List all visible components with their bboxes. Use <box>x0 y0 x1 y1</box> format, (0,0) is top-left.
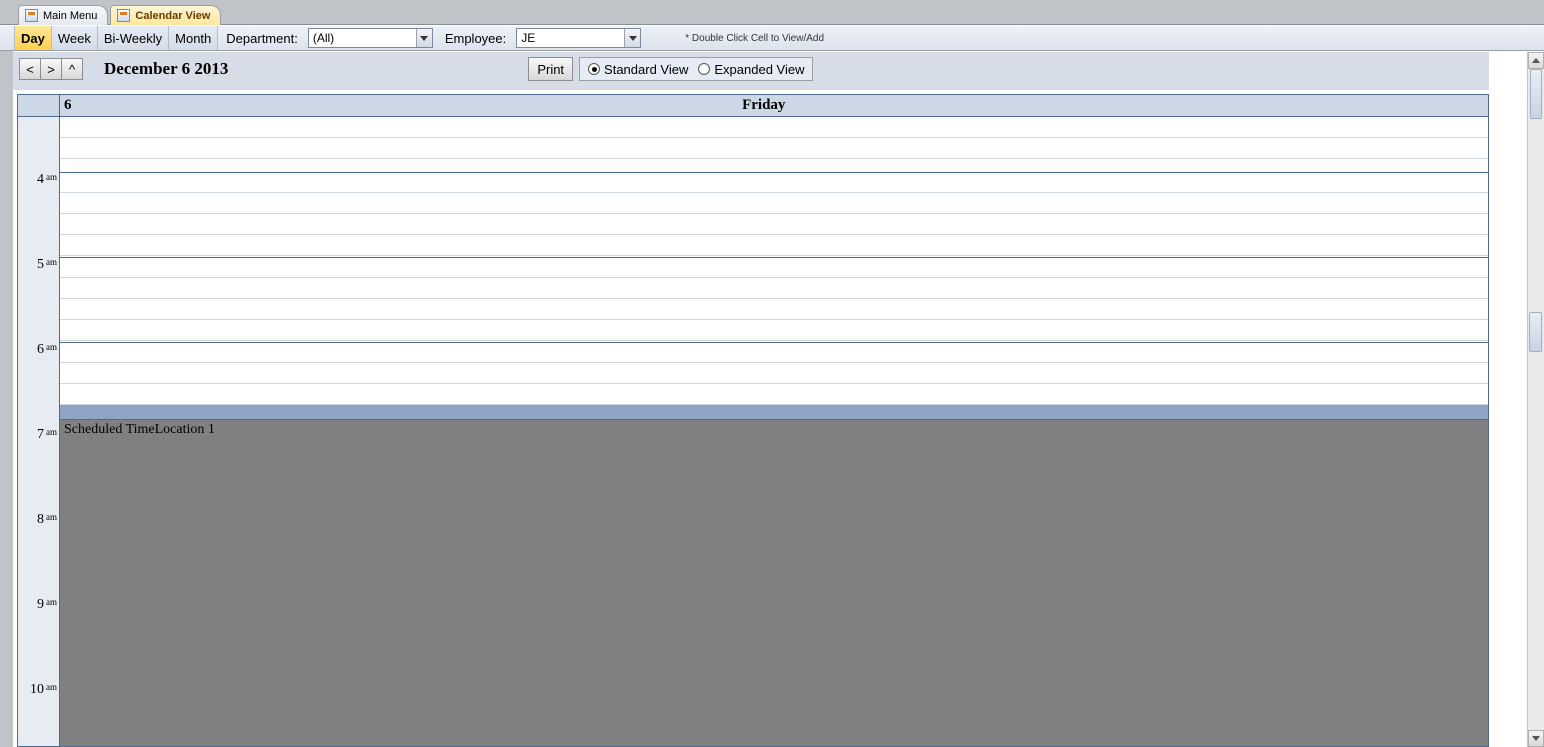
chevron-down-icon <box>416 29 432 47</box>
employee-combo[interactable]: JE <box>516 28 641 48</box>
day-number: 6 <box>60 97 80 114</box>
tab-calendar-view[interactable]: Calendar View <box>110 5 221 25</box>
view-day-button[interactable]: Day <box>14 26 52 50</box>
scroll-down-icon[interactable] <box>1528 730 1544 747</box>
radio-icon <box>588 63 600 75</box>
next-day-button[interactable]: > <box>40 58 62 80</box>
event-title: Scheduled TimeLocation 1 <box>64 422 215 437</box>
day-column[interactable]: 6 Friday <box>59 94 1489 747</box>
time-separator-bar <box>60 405 1488 419</box>
document-tab-strip: Main Menu Calendar View <box>0 0 1544 25</box>
scroll-thumb[interactable] <box>1530 69 1542 119</box>
standard-view-radio[interactable]: Standard View <box>588 62 688 77</box>
today-button[interactable]: ^ <box>61 58 83 80</box>
day-name: Friday <box>80 97 1489 114</box>
employee-label: Employee: <box>437 26 512 50</box>
current-date-label: December 6 2013 <box>82 59 228 79</box>
chevron-down-icon <box>624 29 640 47</box>
secondary-scroll-thumb[interactable] <box>1529 312 1542 352</box>
form-icon <box>117 9 130 22</box>
date-nav-bar: < > ^ December 6 2013 Print Standard Vie… <box>13 52 1544 86</box>
department-combo[interactable]: (All) <box>308 28 433 48</box>
calendar-event[interactable]: Scheduled TimeLocation 1 <box>60 419 1488 746</box>
day-header: 6 Friday <box>60 95 1488 117</box>
view-radio-group: Standard View Expanded View <box>579 57 813 81</box>
view-biweekly-button[interactable]: Bi-Weekly <box>97 26 169 50</box>
vertical-scrollbar[interactable] <box>1527 52 1544 747</box>
expanded-view-radio[interactable]: Expanded View <box>698 62 804 77</box>
scroll-up-icon[interactable] <box>1528 52 1544 69</box>
prev-day-button[interactable]: < <box>19 58 41 80</box>
calendar-grid: 4am 5am 6am 7am 8am 9am 10am 6 Friday <box>13 90 1489 747</box>
print-button[interactable]: Print <box>528 57 573 81</box>
department-value: (All) <box>313 31 416 45</box>
employee-value: JE <box>521 31 624 45</box>
department-label: Department: <box>218 26 304 50</box>
tab-label: Main Menu <box>43 10 97 22</box>
time-gutter: 4am 5am 6am 7am 8am 9am 10am <box>17 94 59 747</box>
filter-bar: Day Week Bi-Weekly Month Department: (Al… <box>0 25 1544 51</box>
hint-text: * Double Click Cell to View/Add <box>645 26 824 50</box>
form-icon <box>25 9 38 22</box>
tab-label: Calendar View <box>135 10 210 22</box>
calendar-content: < > ^ December 6 2013 Print Standard Vie… <box>13 51 1544 747</box>
right-gutter <box>1489 52 1544 747</box>
radio-icon <box>698 63 710 75</box>
view-week-button[interactable]: Week <box>51 26 98 50</box>
view-month-button[interactable]: Month <box>168 26 218 50</box>
tab-main-menu[interactable]: Main Menu <box>18 5 108 25</box>
